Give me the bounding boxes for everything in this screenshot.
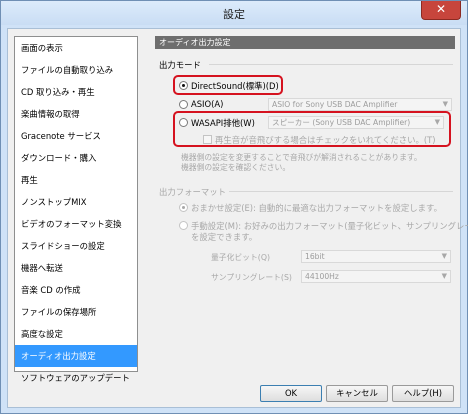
asio-radio[interactable] bbox=[179, 100, 188, 109]
audio-output-panel: オーディオ出力設定 出力モード DirectSound(標準)(D) ASIO(… bbox=[155, 36, 468, 372]
sidebar-item-download[interactable]: ダウンロード・購入 bbox=[15, 147, 137, 169]
sidebar-item-auto-import[interactable]: ファイルの自動取り込み bbox=[15, 59, 137, 81]
sidebar-item-advanced[interactable]: 高度な設定 bbox=[15, 323, 137, 345]
title-bar: 設定 ✕ bbox=[1, 1, 467, 25]
panel-header: オーディオ出力設定 bbox=[155, 36, 455, 49]
device-note-line1: 機器側の設定を変更することで音飛びが解消されることがあります。 bbox=[181, 153, 422, 162]
wasapi-highlight bbox=[173, 111, 451, 147]
sidebar-item-audio-output[interactable]: オーディオ出力設定 bbox=[15, 345, 137, 367]
output-format-divider bbox=[229, 191, 453, 192]
auto-format-radio[interactable] bbox=[179, 203, 188, 212]
chevron-down-icon: ▼ bbox=[441, 252, 447, 260]
manual-format-label-line2: を設定できます。 bbox=[191, 232, 258, 242]
sidebar-item-save-location[interactable]: ファイルの保存場所 bbox=[15, 301, 137, 323]
close-button[interactable]: ✕ bbox=[421, 1, 461, 20]
directsound-highlight bbox=[173, 75, 283, 95]
sample-rate-select[interactable]: 44100Hz ▼ bbox=[301, 270, 451, 283]
device-note-line2: 機器側の設定を確認ください。 bbox=[181, 163, 291, 172]
settings-category-list: 画面の表示 ファイルの自動取り込み CD 取り込み・再生 楽曲情報の取得 Gra… bbox=[14, 36, 138, 383]
window-title: 設定 bbox=[223, 8, 245, 21]
sidebar-item-gracenote[interactable]: Gracenote サービス bbox=[15, 125, 137, 147]
sidebar-item-playback[interactable]: 再生 bbox=[15, 169, 137, 191]
bit-depth-select[interactable]: 16bit ▼ bbox=[301, 250, 451, 263]
manual-format-radio[interactable] bbox=[179, 221, 188, 230]
auto-format-label[interactable]: おまかせ設定(E): 自動的に最適な出力フォーマットを設定します。 bbox=[191, 202, 442, 214]
sidebar-item-software-update[interactable]: ソフトウェアのアップデート bbox=[15, 367, 137, 389]
sidebar-item-slideshow[interactable]: スライドショーの設定 bbox=[15, 235, 137, 257]
sample-rate-value: 44100Hz bbox=[305, 272, 339, 281]
asio-device-value: ASIO for Sony USB DAC Amplifier bbox=[272, 100, 398, 109]
chevron-down-icon: ▼ bbox=[442, 100, 448, 108]
chevron-down-icon: ▼ bbox=[441, 272, 447, 280]
bit-depth-label: 量子化ビット(Q) bbox=[211, 253, 271, 262]
settings-window: 設定 ✕ 画面の表示 ファイルの自動取り込み CD 取り込み・再生 楽曲情報の取… bbox=[0, 0, 468, 414]
sidebar-item-cd-import[interactable]: CD 取り込み・再生 bbox=[15, 81, 137, 103]
dialog-body: 画面の表示 ファイルの自動取り込み CD 取り込み・再生 楽曲情報の取得 Gra… bbox=[7, 28, 468, 408]
output-mode-divider bbox=[209, 64, 453, 65]
bit-depth-value: 16bit bbox=[305, 252, 325, 261]
asio-device-select[interactable]: ASIO for Sony USB DAC Amplifier ▼ bbox=[268, 98, 452, 111]
sidebar-item-cd-create[interactable]: 音楽 CD の作成 bbox=[15, 279, 137, 301]
output-format-label: 出力フォーマット bbox=[159, 187, 226, 197]
sidebar-item-video-format[interactable]: ビデオのフォーマット変換 bbox=[15, 213, 137, 235]
sidebar-item-device-transfer[interactable]: 機器へ転送 bbox=[15, 257, 137, 279]
output-mode-label: 出力モード bbox=[159, 60, 201, 70]
cancel-button[interactable]: キャンセル bbox=[326, 385, 388, 402]
help-button[interactable]: ヘルプ(H) bbox=[392, 385, 454, 402]
sidebar-item-nonstop-mix[interactable]: ノンストップMIX bbox=[15, 191, 137, 213]
sample-rate-label: サンプリングレート(S) bbox=[211, 273, 292, 282]
sidebar-item-display[interactable]: 画面の表示 bbox=[15, 37, 137, 59]
close-icon: ✕ bbox=[435, 2, 447, 16]
asio-label[interactable]: ASIO(A) bbox=[191, 99, 223, 109]
ok-button[interactable]: OK bbox=[260, 385, 322, 402]
sidebar-item-track-info[interactable]: 楽曲情報の取得 bbox=[15, 103, 137, 125]
